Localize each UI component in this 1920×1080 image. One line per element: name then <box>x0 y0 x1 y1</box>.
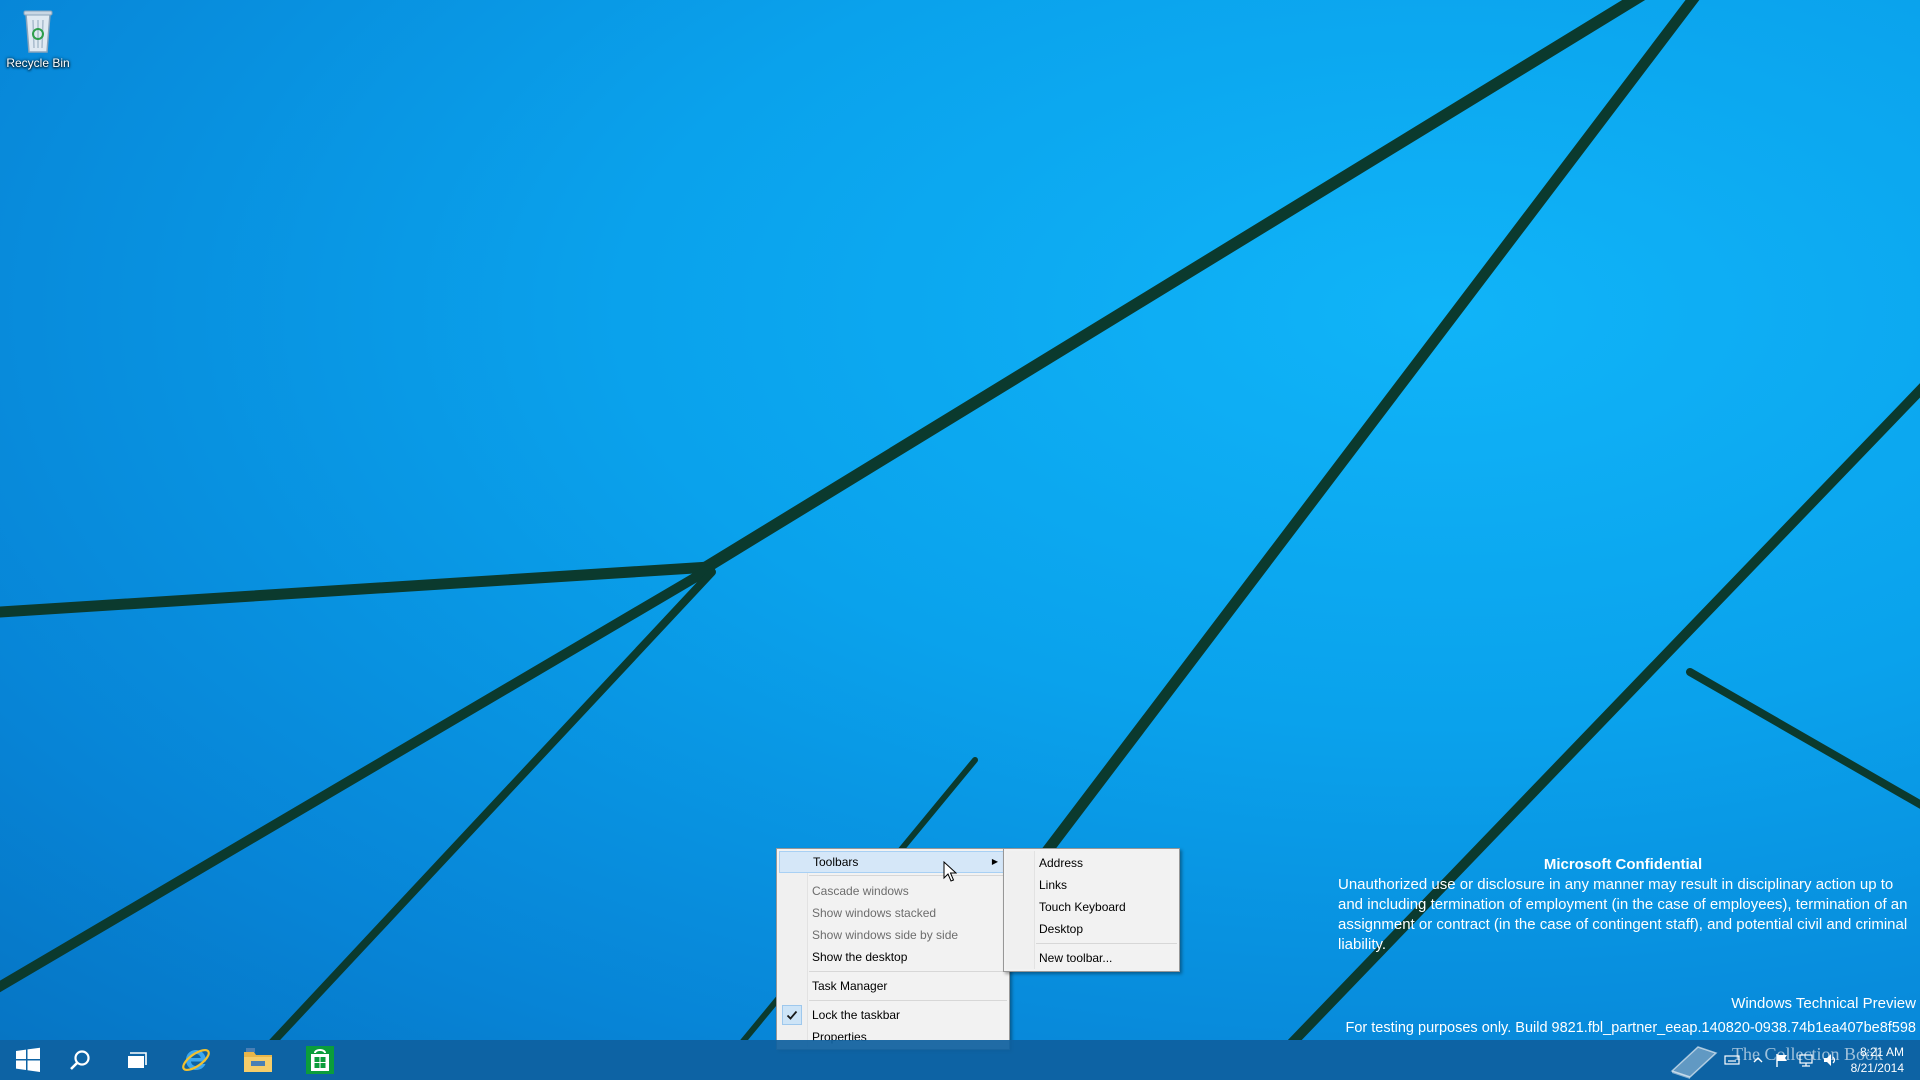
checkmark-icon <box>782 1005 802 1025</box>
taskbar[interactable]: The Collection Book 8:21 AM 8/21/2014 <box>0 1040 1920 1080</box>
menu-item-label: Address <box>1039 856 1084 870</box>
toolbars-submenu: Address Links Touch Keyboard Desktop New… <box>1003 848 1180 972</box>
search-icon <box>70 1050 90 1070</box>
build-title: Windows Technical Preview <box>1731 995 1916 1012</box>
menu-item-show-windows-stacked: Show windows stacked <box>779 902 1007 924</box>
menu-item-label: Lock the taskbar <box>812 1008 901 1022</box>
internet-explorer-button[interactable] <box>168 1040 224 1080</box>
search-button[interactable] <box>52 1040 108 1080</box>
keyboard-icon[interactable] <box>1724 1052 1740 1068</box>
task-view-icon <box>128 1052 147 1068</box>
submenu-item-new-toolbar[interactable]: New toolbar... <box>1006 947 1177 969</box>
build-info: For testing purposes only. Build 9821.fb… <box>1345 1020 1916 1036</box>
menu-item-label: Show windows side by side <box>812 928 959 942</box>
menu-item-label: Task Manager <box>812 979 888 993</box>
menu-item-toolbars[interactable]: Toolbars ▶ <box>779 851 1007 873</box>
network-icon[interactable] <box>1798 1052 1814 1068</box>
confidential-text: Unauthorized use or disclosure in any ma… <box>1338 876 1908 953</box>
store-icon <box>306 1046 334 1074</box>
start-button[interactable] <box>0 1040 56 1080</box>
start-icon <box>16 1047 40 1072</box>
menu-item-label: Links <box>1039 878 1068 892</box>
file-explorer-button[interactable] <box>230 1040 286 1080</box>
internet-explorer-icon <box>182 1048 210 1072</box>
menu-item-label: New toolbar... <box>1039 951 1113 965</box>
menu-separator <box>809 971 1007 972</box>
confidential-watermark: Microsoft Confidential Unauthorized use … <box>1338 855 1908 955</box>
clock-time: 8:21 AM <box>1859 1045 1904 1059</box>
recycle-bin-icon <box>23 10 53 53</box>
submenu-item-desktop[interactable]: Desktop <box>1006 918 1177 940</box>
menu-separator <box>809 1000 1007 1001</box>
menu-item-task-manager[interactable]: Task Manager <box>779 975 1007 997</box>
menu-separator <box>809 875 1007 876</box>
submenu-item-touch-keyboard[interactable]: Touch Keyboard <box>1006 896 1177 918</box>
volume-icon[interactable] <box>1822 1052 1838 1068</box>
recycle-bin[interactable]: Recycle Bin <box>4 6 72 70</box>
menu-item-lock-the-taskbar[interactable]: Lock the taskbar <box>779 1004 1007 1026</box>
menu-item-show-windows-side-by-side: Show windows side by side <box>779 924 1007 946</box>
system-tray: 8:21 AM 8/21/2014 <box>1670 1040 1920 1080</box>
menu-item-label: Toolbars <box>813 855 859 869</box>
mouse-cursor-icon <box>943 861 957 882</box>
action-center-flag-icon[interactable] <box>1774 1052 1790 1068</box>
menu-item-label: Show windows stacked <box>812 906 937 920</box>
menu-item-label: Cascade windows <box>812 884 909 898</box>
taskbar-context-menu: Toolbars ▶ Cascade windows Show windows … <box>776 848 1010 1050</box>
show-hidden-icon[interactable] <box>1750 1052 1766 1068</box>
menu-item-label: Touch Keyboard <box>1039 900 1126 914</box>
clock[interactable]: 8:21 AM 8/21/2014 <box>1851 1044 1904 1076</box>
store-button[interactable] <box>292 1040 348 1080</box>
menu-item-show-the-desktop[interactable]: Show the desktop <box>779 946 1007 968</box>
confidential-title: Microsoft Confidential <box>1543 856 1703 873</box>
clock-date: 8/21/2014 <box>1850 1061 1904 1075</box>
submenu-item-links[interactable]: Links <box>1006 874 1177 896</box>
menu-separator <box>1036 943 1177 944</box>
menu-item-label: Desktop <box>1039 922 1084 936</box>
task-view-button[interactable] <box>108 1040 164 1080</box>
submenu-arrow-icon: ▶ <box>991 857 998 866</box>
menu-item-label: Show the desktop <box>812 950 908 964</box>
submenu-item-address[interactable]: Address <box>1006 852 1177 874</box>
file-explorer-icon <box>244 1048 272 1072</box>
menu-item-cascade-windows: Cascade windows <box>779 880 1007 902</box>
recycle-bin-label: Recycle Bin <box>6 56 70 70</box>
